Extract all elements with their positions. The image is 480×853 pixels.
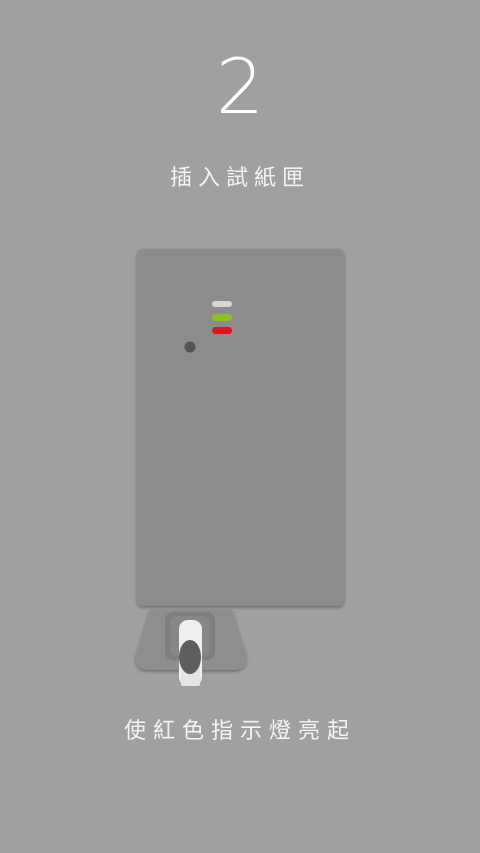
white-indicator-light [212,301,232,307]
test-cartridge [179,620,202,686]
red-indicator-light [212,327,232,334]
device-button-dot [184,341,196,353]
device-body [137,249,344,606]
instruction-text: 使紅色指示燈亮起 [123,719,356,744]
indicator-lights [212,301,232,334]
green-indicator-light [212,314,232,321]
insert-cartridge-screen: 2 插入試紙匣 使紅色指示燈亮起 [0,0,480,853]
